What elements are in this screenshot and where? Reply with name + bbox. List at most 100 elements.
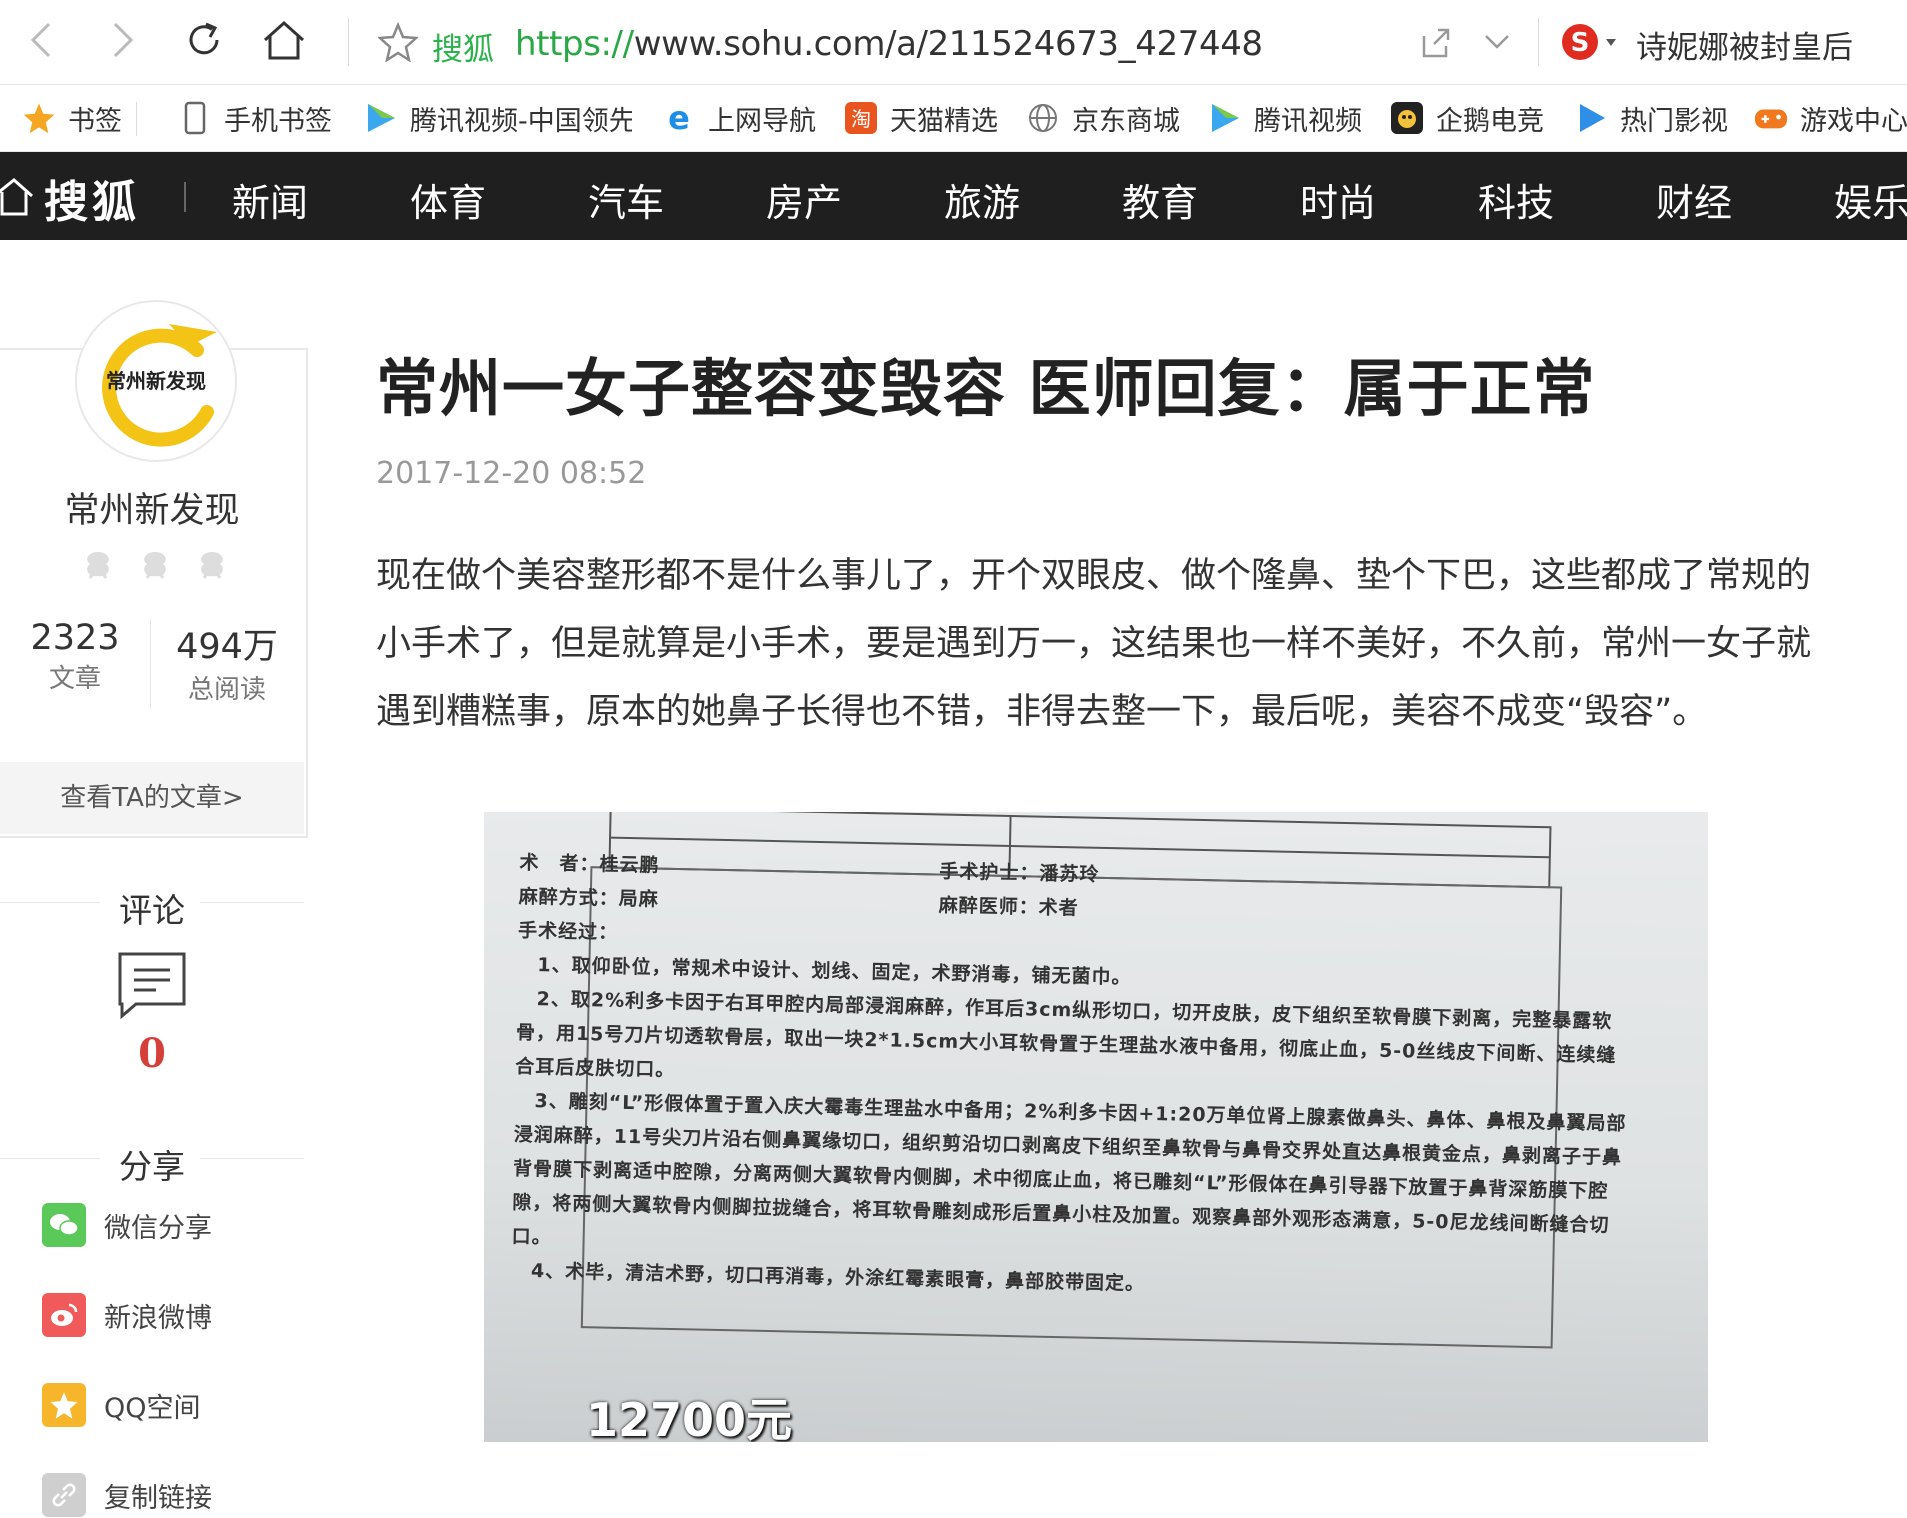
document-photo-paper: 术 者：桂云鹏 手术护士：潘苏玲 麻醉方式：局麻 麻醉医师：术者 手术经过： 1…	[484, 812, 1708, 1442]
url-text[interactable]: https://www.sohu.com/a/211524673_427448	[515, 24, 1263, 64]
author-name[interactable]: 常州新发现	[0, 482, 304, 533]
share-label: 微信分享	[104, 1212, 212, 1244]
badge-icon	[80, 548, 116, 584]
photo-price-caption: 12700元	[586, 1393, 793, 1442]
url-protocol: https://	[515, 24, 634, 64]
bookmark-item[interactable]: 京东商城	[1026, 99, 1180, 137]
wechat-icon	[42, 1203, 86, 1247]
bookmark-label: 京东商城	[1072, 105, 1180, 137]
bookmark-label: 天猫精选	[890, 105, 998, 137]
url-path: www.sohu.com/a/211524673_427448	[633, 24, 1263, 64]
bookmark-item[interactable]: 淘 天猫精选	[844, 99, 998, 137]
copy-link-button[interactable]: 复制链接	[42, 1472, 212, 1518]
chevron-left-icon	[27, 20, 57, 64]
nav-item-tech[interactable]: 科技	[1478, 172, 1554, 227]
nav-item-sports[interactable]: 体育	[410, 172, 486, 227]
bookmarks-divider	[136, 102, 137, 136]
play-icon	[1208, 101, 1242, 135]
bookmark-label: 热门影视	[1620, 105, 1728, 137]
link-icon	[42, 1473, 86, 1517]
bookmark-label: 腾讯视频	[1254, 105, 1362, 137]
site-nav-bar: 搜狐 新闻 体育 汽车 房产 旅游 教育 时尚 科技 财经 娱乐	[0, 152, 1907, 240]
toolbar-divider	[1538, 18, 1539, 66]
toolbar-divider	[348, 18, 349, 66]
comments-title: 评论	[119, 891, 185, 930]
star-icon	[22, 101, 56, 135]
bookmark-item[interactable]: 书签	[22, 99, 122, 137]
bookmark-item[interactable]: 企鹅电竞	[1390, 99, 1544, 137]
qzone-star-icon	[42, 1383, 86, 1427]
photo-text-line: 3、雕刻“L”形假体置于置入庆大霉毒生理盐水中备用；2%利多卡因+1:20万单位…	[511, 1089, 1627, 1249]
stat-articles: 2323 文章	[0, 618, 150, 695]
forward-button[interactable]	[94, 14, 150, 70]
article-title: 常州一女子整容变毁容 医师回复：属于正常	[376, 352, 1596, 425]
author-avatar[interactable]: 常州新发现	[75, 300, 237, 462]
search-engine-icon[interactable]: S	[1560, 20, 1622, 68]
reload-icon	[182, 18, 226, 66]
back-button[interactable]	[14, 14, 70, 70]
dropdown-chevron-icon[interactable]	[1482, 30, 1512, 58]
home-icon[interactable]	[0, 176, 34, 224]
ie-icon: e	[662, 101, 696, 135]
nav-item-travel[interactable]: 旅游	[944, 172, 1020, 227]
bookmarks-bar: 书签 手机书签 腾讯视频-中国领先 e 上网导航 淘 天猫精选 京东商城 腾讯视…	[0, 85, 1907, 152]
weibo-icon	[42, 1293, 86, 1337]
author-badges	[80, 548, 230, 584]
nav-item-fashion[interactable]: 时尚	[1300, 172, 1376, 227]
avatar-logo-text: 常州新发现	[106, 369, 206, 393]
browser-toolbar: 搜狐 https://www.sohu.com/a/211524673_4274…	[0, 0, 1907, 85]
bookmark-item[interactable]: 腾讯视频	[1208, 99, 1362, 137]
document-photo-text: 术 者：桂云鹏 手术护士：潘苏玲 麻醉方式：局麻 麻醉医师：术者 手术经过： 1…	[511, 846, 1640, 1311]
nav-item-realestate[interactable]: 房产	[766, 172, 842, 227]
svg-text:淘: 淘	[851, 107, 871, 131]
share-page-icon[interactable]	[1418, 26, 1452, 64]
bookmark-label: 游戏中心	[1800, 105, 1907, 137]
nav-item-auto[interactable]: 汽车	[588, 172, 664, 227]
nav-item-education[interactable]: 教育	[1122, 172, 1198, 227]
globe-icon	[1026, 101, 1060, 135]
nav-item-finance[interactable]: 财经	[1656, 172, 1732, 227]
gamepad-icon	[1754, 101, 1788, 135]
share-wechat-button[interactable]: 微信分享	[42, 1202, 212, 1248]
reads-label: 总阅读	[187, 675, 266, 705]
home-button[interactable]	[256, 14, 312, 70]
bookmark-label: 企鹅电竞	[1436, 105, 1544, 137]
article-image[interactable]: 术 者：桂云鹏 手术护士：潘苏玲 麻醉方式：局麻 麻醉医师：术者 手术经过： 1…	[484, 812, 1708, 1442]
play-icon	[1574, 101, 1608, 135]
badge-icon	[137, 548, 173, 584]
share-qzone-button[interactable]: QQ空间	[42, 1382, 201, 1428]
articles-count: 2323	[30, 618, 120, 658]
bookmark-item[interactable]: 手机书签	[178, 99, 332, 137]
bookmark-star-icon[interactable]	[376, 21, 420, 66]
bookmark-item[interactable]: 腾讯视频-中国领先	[364, 99, 632, 137]
reload-button[interactable]	[176, 14, 232, 70]
site-logo[interactable]: 搜狐	[44, 166, 140, 230]
comment-count[interactable]: 0	[0, 1030, 304, 1077]
bookmark-label: 上网导航	[708, 105, 816, 137]
chevron-right-icon	[107, 20, 137, 64]
nav-item-entertainment[interactable]: 娱乐	[1834, 172, 1907, 227]
search-box-hint[interactable]: 诗妮娜被封皇后	[1636, 22, 1853, 67]
bookmark-item[interactable]: 热门影视	[1574, 99, 1728, 137]
address-bar[interactable]: 搜狐 https://www.sohu.com/a/211524673_4274…	[370, 12, 1510, 74]
article-paragraph: 现在做个美容整形都不是什么事儿了，开个双眼皮、做个隆鼻、垫个下巴，这些都成了常规…	[376, 556, 1812, 732]
view-author-articles-link[interactable]: 查看TA的文章>	[0, 762, 304, 834]
nav-item-news[interactable]: 新闻	[232, 172, 308, 227]
share-title: 分享	[119, 1147, 185, 1186]
bookmark-label: 腾讯视频-中国领先	[410, 105, 632, 137]
svg-text:S: S	[1571, 28, 1590, 58]
comment-icon[interactable]	[116, 950, 188, 1024]
play-icon	[364, 101, 398, 135]
bookmark-item[interactable]: 游戏中心	[1754, 99, 1907, 137]
bookmark-item[interactable]: e 上网导航	[662, 99, 816, 137]
site-name: 搜狐	[432, 32, 494, 68]
reads-count: 494万	[176, 627, 278, 667]
articles-label: 文章	[48, 664, 101, 694]
share-weibo-button[interactable]: 新浪微博	[42, 1292, 212, 1338]
stat-reads: 494万 总阅读	[150, 618, 304, 706]
share-label: 复制链接	[104, 1482, 212, 1514]
bookmark-label: 书签	[68, 105, 122, 137]
svg-text:e: e	[668, 101, 690, 135]
nav-divider	[184, 182, 186, 212]
share-label: QQ空间	[104, 1392, 201, 1424]
